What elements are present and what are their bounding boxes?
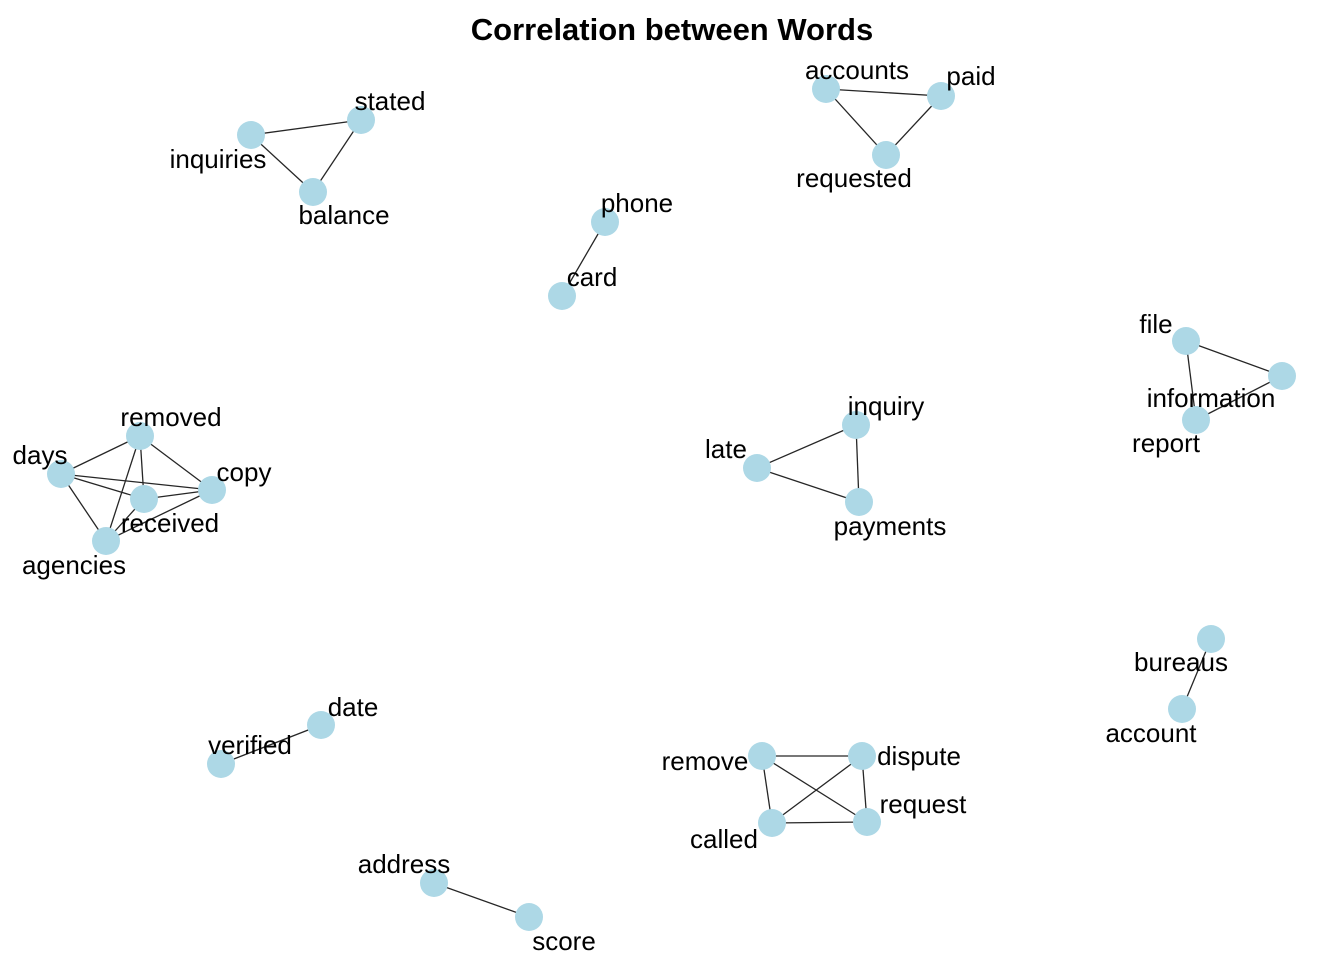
node-late bbox=[743, 454, 771, 482]
edge-accounts-paid bbox=[825, 88, 942, 97]
node-label-inquiry: inquiry bbox=[848, 391, 925, 421]
node-label-agencies: agencies bbox=[22, 550, 126, 580]
node-label-score: score bbox=[532, 926, 596, 956]
node-label-card: card bbox=[567, 262, 618, 292]
edge-late-inquiry bbox=[756, 424, 857, 469]
edge-called-request bbox=[771, 821, 868, 824]
node-label-information: information bbox=[1147, 383, 1276, 413]
node-label-request: request bbox=[880, 789, 967, 819]
node-label-called: called bbox=[690, 824, 758, 854]
node-request bbox=[853, 808, 881, 836]
edge-inquiries-stated bbox=[250, 119, 362, 136]
node-label-payments: payments bbox=[834, 511, 947, 541]
node-label-verified: verified bbox=[208, 730, 292, 760]
node-label-file: file bbox=[1139, 309, 1172, 339]
node-dispute bbox=[848, 742, 876, 770]
node-label-remove: remove bbox=[662, 746, 749, 776]
node-label-stated: stated bbox=[355, 86, 426, 116]
node-label-copy: copy bbox=[217, 457, 272, 487]
edge-late-payments bbox=[756, 467, 860, 503]
node-remove bbox=[748, 742, 776, 770]
node-label-paid: paid bbox=[946, 61, 995, 91]
node-label-late: late bbox=[705, 434, 747, 464]
node-file bbox=[1172, 327, 1200, 355]
node-label-report: report bbox=[1132, 428, 1201, 458]
node-label-bureaus: bureaus bbox=[1134, 647, 1228, 677]
node-label-days: days bbox=[13, 440, 68, 470]
edge-dispute-called bbox=[771, 755, 863, 824]
labels-layer: inquiries stated balance accounts paid reques… bbox=[13, 55, 1276, 956]
word-correlation-network: Correlation between Words inquiries state… bbox=[13, 12, 1296, 956]
node-label-inquiries: inquiries bbox=[170, 144, 267, 174]
node-label-address: address bbox=[358, 849, 451, 879]
node-label-date: date bbox=[328, 692, 379, 722]
edge-address-score bbox=[433, 882, 530, 918]
node-label-account: account bbox=[1105, 718, 1197, 748]
node-label-requested: requested bbox=[796, 163, 912, 193]
node-label-removed: removed bbox=[120, 402, 221, 432]
edge-file-information bbox=[1185, 340, 1283, 377]
node-label-received: received bbox=[121, 508, 219, 538]
graph-canvas: Correlation between Words inquiries state… bbox=[0, 0, 1344, 960]
node-label-dispute: dispute bbox=[877, 741, 961, 771]
node-label-accounts: accounts bbox=[805, 55, 909, 85]
node-label-phone: phone bbox=[601, 188, 673, 218]
graph-title: Correlation between Words bbox=[471, 12, 874, 47]
node-label-balance: balance bbox=[298, 200, 389, 230]
node-called bbox=[758, 809, 786, 837]
